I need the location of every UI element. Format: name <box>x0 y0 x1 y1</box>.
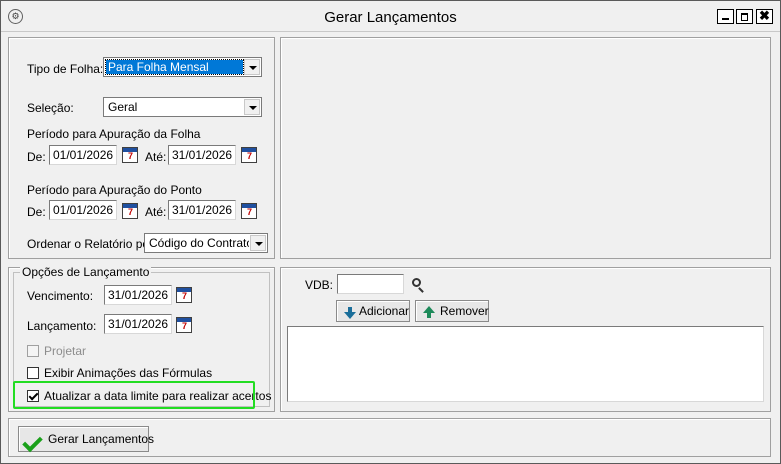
vdb-input[interactable] <box>337 274 404 294</box>
vdb-label: VDB: <box>305 278 334 292</box>
minimize-button[interactable] <box>717 9 734 24</box>
periodo-folha-label: Período para Apuração da Folha <box>27 127 201 141</box>
ordenar-label: Ordenar o Relatório por: <box>27 237 157 251</box>
vencimento-label: Vencimento: <box>27 289 94 303</box>
tipo-folha-select[interactable]: Para Folha Mensal <box>103 57 262 77</box>
remover-label: Remover <box>440 304 489 318</box>
vdb-panel: VDB: Adicionar Remover <box>280 267 771 412</box>
selecao-value: Geral <box>108 100 138 114</box>
selecao-label: Seleção: <box>27 101 74 115</box>
calendar-icon[interactable] <box>176 317 192 333</box>
periodo-ponto-de-label: De: <box>27 205 46 219</box>
calendar-icon[interactable] <box>241 147 257 163</box>
projetar-label: Projetar <box>44 344 87 358</box>
tipo-folha-label: Tipo de Folha: <box>27 62 104 76</box>
exibir-animacoes-label: Exibir Animações das Fórmulas <box>44 366 213 380</box>
tipo-folha-value: Para Folha Mensal <box>105 59 244 75</box>
arrow-up-icon <box>423 306 435 318</box>
calendar-icon[interactable] <box>241 203 257 219</box>
periodo-ponto-ate-label: Até: <box>145 205 167 219</box>
ordenar-select[interactable]: Código do Contrato <box>144 233 268 253</box>
footer-panel: Gerar Lançamentos <box>8 418 771 457</box>
lancamento-input[interactable]: 31/01/2026 <box>104 314 172 334</box>
periodo-folha-ate-input[interactable]: 31/01/2026 <box>168 145 236 165</box>
ordenar-value: Código do Contrato <box>149 236 249 250</box>
lancamento-label: Lançamento: <box>27 319 97 333</box>
periodo-folha-de-input[interactable]: 01/01/2026 <box>49 145 117 165</box>
close-button[interactable]: ✖ <box>756 9 773 24</box>
selecao-select[interactable]: Geral <box>103 97 262 117</box>
maximize-button[interactable] <box>736 9 753 24</box>
periodo-ponto-ate-input[interactable]: 31/01/2026 <box>168 200 236 220</box>
remover-button[interactable]: Remover <box>415 300 489 322</box>
projetar-checkbox[interactable] <box>27 345 39 357</box>
search-icon[interactable] <box>412 278 421 287</box>
exibir-animacoes-checkbox[interactable] <box>27 367 39 379</box>
gerar-lancamentos-window: ⚙ Gerar Lançamentos ✖ Tipo de Folha: Par… <box>0 0 781 464</box>
chevron-down-icon[interactable] <box>250 235 266 251</box>
window-title: Gerar Lançamentos <box>324 9 457 26</box>
arrow-down-icon <box>344 307 356 319</box>
periodo-folha-ate-label: Até: <box>145 150 167 164</box>
periodo-ponto-de-input[interactable]: 01/01/2026 <box>49 200 117 220</box>
right-top-panel <box>280 37 771 259</box>
title-bar[interactable]: ⚙ Gerar Lançamentos ✖ <box>1 1 780 32</box>
calendar-icon[interactable] <box>122 147 138 163</box>
chevron-down-icon[interactable] <box>244 59 260 75</box>
adicionar-button[interactable]: Adicionar <box>336 300 410 322</box>
parameters-panel: Tipo de Folha: Para Folha Mensal Seleção… <box>8 37 275 259</box>
periodo-ponto-label: Período para Apuração do Ponto <box>27 183 202 197</box>
vencimento-input[interactable]: 31/01/2026 <box>104 285 172 305</box>
gerar-lancamentos-label: Gerar Lançamentos <box>48 432 155 446</box>
focus-highlight <box>13 381 255 409</box>
vdb-list[interactable] <box>287 326 764 402</box>
gerar-lancamentos-button[interactable]: Gerar Lançamentos <box>18 426 154 453</box>
calendar-icon[interactable] <box>176 287 192 303</box>
check-icon <box>22 431 43 453</box>
opcoes-title: Opções de Lançamento <box>20 265 152 279</box>
chevron-down-icon[interactable] <box>244 99 260 115</box>
calendar-icon[interactable] <box>122 203 138 219</box>
periodo-folha-de-label: De: <box>27 150 46 164</box>
adicionar-label: Adicionar <box>359 304 410 318</box>
